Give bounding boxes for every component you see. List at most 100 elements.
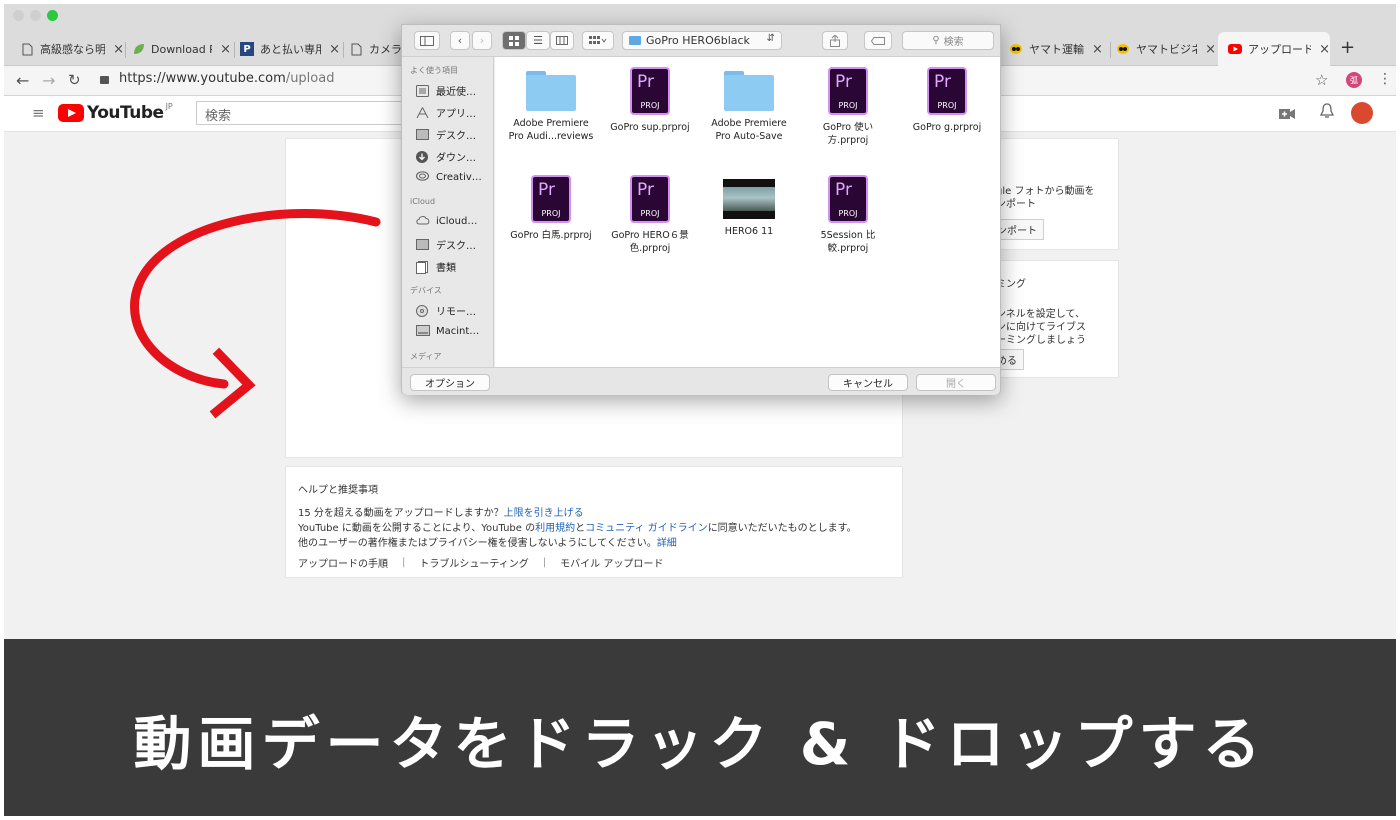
account-avatar[interactable] (1351, 102, 1373, 124)
tag-icon[interactable] (864, 31, 892, 50)
options-button[interactable]: オプション (410, 374, 490, 391)
video-thumbnail-icon (723, 179, 775, 219)
community-guidelines-link[interactable]: コミュニティ ガイドライン (585, 523, 708, 534)
troubleshooting-link[interactable]: トラブルシューティング (419, 555, 528, 570)
file-item-folder-auto-save[interactable]: Adobe Premiere Pro Auto-Save (699, 71, 799, 143)
file-item-gopro-hakuba[interactable]: Pr PROJ GoPro 白馬.prproj (501, 175, 601, 242)
dialog-toolbar: ‹ › ☰ GoPro HERO6black ⇵ ⚲ 検索 (402, 25, 1000, 57)
file-item-gopro-sup[interactable]: Pr PROJ GoPro sup.prproj (600, 67, 700, 134)
forward-chevron-icon[interactable]: › (472, 31, 492, 50)
tab-2[interactable]: Download P × (131, 36, 231, 62)
cancel-button[interactable]: キャンセル (828, 374, 908, 391)
file-item-hero6-video[interactable]: HERO6 11 (699, 179, 799, 238)
tab-5[interactable]: ヤマト運輸 × (1009, 36, 1109, 62)
folder-icon (724, 71, 774, 111)
file-item-gopro-hero6-scenery[interactable]: Pr PROJ GoPro HERO６景 色.prproj (600, 175, 700, 255)
profile-avatar[interactable]: 弧 (1346, 72, 1362, 88)
tab-close-icon[interactable]: × (1319, 42, 1330, 57)
open-button[interactable]: 開く (916, 374, 996, 391)
tab-label: ヤマト運輸 (1029, 43, 1084, 56)
cloud-icon (416, 215, 430, 227)
tab-close-icon[interactable]: × (329, 42, 340, 57)
maximize-window-button[interactable] (47, 10, 58, 21)
screenshot-frame: 高級感なら明 × Download P × P あと払い専用 × カメラ ヤマト… (4, 4, 1396, 816)
tab-close-icon[interactable]: × (113, 42, 124, 57)
tab-close-icon[interactable]: × (1092, 42, 1103, 57)
sidebar-item-desktop[interactable]: デスク… (416, 127, 476, 142)
dialog-search-field[interactable]: ⚲ 検索 (902, 31, 994, 50)
mobile-upload-link[interactable]: モバイル アップロード (560, 555, 663, 570)
downloads-icon (416, 150, 430, 163)
file-item-gopro-g[interactable]: Pr PROJ GoPro g.prproj (897, 67, 997, 134)
caption-band: 動画データをドラック & ドロップする (4, 639, 1396, 816)
column-view-icon[interactable] (550, 31, 574, 50)
icon-view-icon[interactable] (502, 31, 526, 50)
youtube-logo[interactable]: YouTube JP (58, 102, 173, 123)
sidebar-item-recents[interactable]: 最近使… (416, 83, 476, 98)
url-field[interactable]: https://www.youtube.com/upload (100, 71, 334, 86)
back-arrow-icon[interactable]: ← (16, 71, 29, 90)
updown-chevron-icon: ⇵ (766, 33, 775, 44)
leaf-icon (131, 42, 145, 56)
notification-bell-icon[interactable] (1319, 103, 1335, 124)
creative-cloud-icon (415, 171, 430, 183)
upload-procedure-link[interactable]: アップロードの手順 (298, 555, 388, 570)
hard-drive-icon (416, 325, 430, 337)
sidebar-item-remote-disc[interactable]: リモー… (416, 303, 476, 318)
caption-text: 動画データをドラック & ドロップする (133, 710, 1267, 778)
reload-icon[interactable]: ↻ (68, 71, 81, 89)
sidebar-item-label: iCloud… (436, 215, 478, 227)
sidebar-item-macintosh-hd[interactable]: Macint… (416, 325, 479, 337)
youtube-icon (1228, 42, 1242, 56)
sidebar-item-documents[interactable]: 書類 (416, 259, 456, 274)
bookmark-star-icon[interactable]: ☆ (1315, 71, 1328, 89)
share-icon[interactable] (822, 31, 848, 50)
icloud-header: iCloud (410, 197, 436, 206)
sidebar-item-applications[interactable]: アプリ… (416, 105, 476, 120)
file-item-folder-audio-previews[interactable]: Adobe Premiere Pro Audi...reviews (501, 71, 601, 143)
hamburger-menu-icon[interactable]: ≡ (32, 104, 45, 122)
yamato-cat-icon (1116, 42, 1130, 56)
list-view-icon[interactable]: ☰ (526, 31, 550, 50)
sidebar-item-creative-cloud[interactable]: Creativ… (415, 171, 482, 183)
youtube-wordmark: YouTube (87, 103, 164, 123)
sidebar-item-downloads[interactable]: ダウン… (416, 149, 476, 164)
file-label: GoPro sup.prproj (610, 122, 690, 133)
documents-icon (416, 260, 430, 274)
minimize-window-button[interactable] (30, 10, 41, 21)
tab-separator (125, 42, 126, 58)
tab-close-icon[interactable]: × (1205, 42, 1216, 57)
tab-1[interactable]: 高級感なら明 × (20, 36, 124, 62)
help-card: ヘルプと推奨事項 15 分を超える動画をアップロードしますか？上限を引き上げる … (285, 466, 903, 578)
tab-label: Download P (151, 42, 213, 56)
file-item-5session-compare[interactable]: Pr PROJ 5Session 比較.prproj (798, 175, 898, 255)
live-text-2: ンに向けてライブス (996, 322, 1086, 333)
file-label: Adobe Premiere Pro Auto-Save (711, 118, 787, 142)
sidebar-item-label: 書類 (436, 263, 456, 274)
create-video-icon[interactable] (1279, 105, 1295, 124)
raise-limit-link[interactable]: 上限を引き上げる (504, 508, 584, 519)
folder-path-popup[interactable]: GoPro HERO6black ⇵ (622, 31, 782, 50)
sidebar-item-icloud-drive[interactable]: iCloud… (416, 215, 477, 227)
sidebar-toggle-icon[interactable] (414, 31, 440, 50)
file-item-gopro-howto[interactable]: Pr PROJ GoPro 使い 方.prproj (798, 67, 898, 147)
tab-active-upload[interactable]: アップロード × (1218, 32, 1330, 66)
back-chevron-icon[interactable]: ‹ (450, 31, 470, 50)
group-view-icon[interactable] (582, 31, 614, 50)
forward-arrow-icon[interactable]: → (42, 71, 55, 90)
tab-4[interactable]: カメラ (349, 36, 401, 62)
tab-6[interactable]: ヤマトビジネ × (1116, 36, 1216, 62)
close-window-button[interactable] (13, 10, 24, 21)
sidebar-item-label: ダウン… (436, 153, 476, 164)
sidebar-item-label: デスク… (436, 241, 476, 252)
terms-link[interactable]: 利用規約 (535, 523, 575, 534)
new-tab-button[interactable]: + (1340, 34, 1355, 60)
youtube-search-input[interactable]: 検索 (196, 101, 406, 125)
details-link[interactable]: 詳細 (657, 538, 677, 549)
tab-3[interactable]: P あと払い専用 × (240, 36, 340, 62)
tab-close-icon[interactable]: × (220, 42, 231, 57)
tab-label: カメラ (369, 43, 401, 56)
sidebar-item-icloud-desktop[interactable]: デスク… (416, 237, 476, 252)
page-icon (349, 42, 363, 56)
menu-dots-icon[interactable]: ⋮ (1378, 71, 1392, 87)
